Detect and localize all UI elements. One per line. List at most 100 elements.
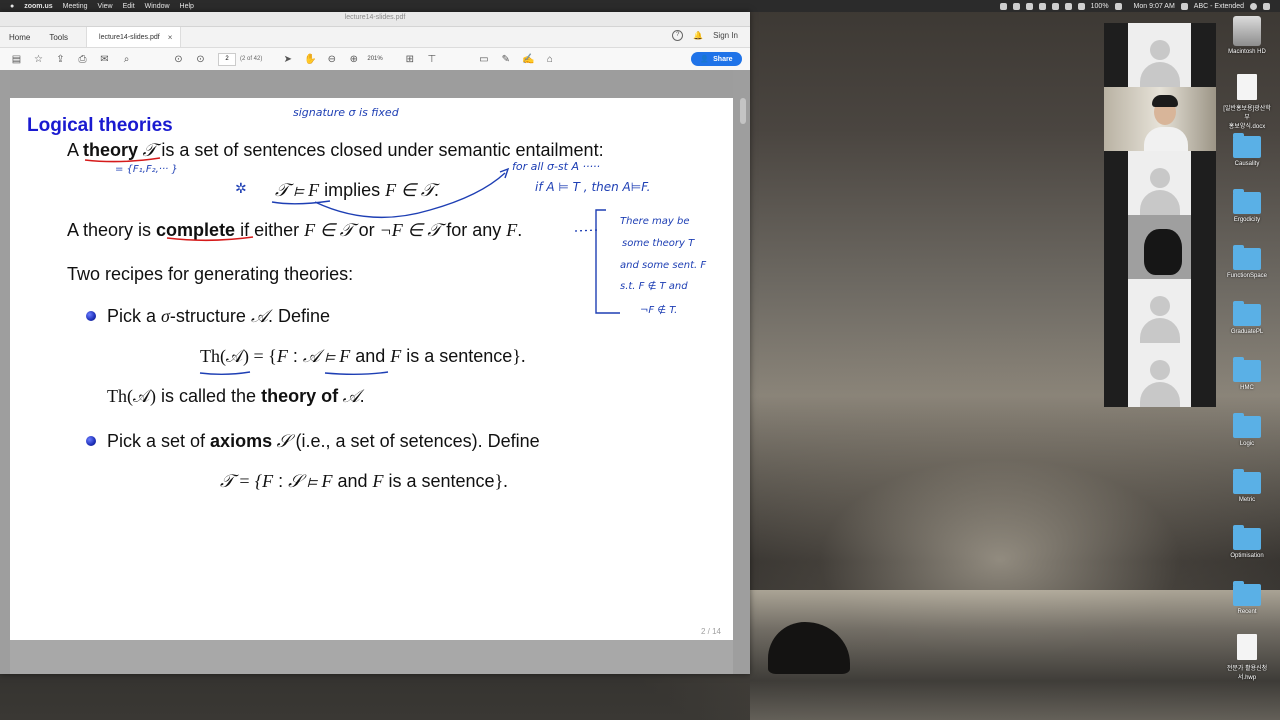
window-titlebar: lecture14-slides.pdf (0, 12, 750, 27)
page-down-icon[interactable]: ⊙ (195, 54, 206, 65)
tab-tools[interactable]: Tools (49, 33, 68, 42)
desktop-icon-macintosh-hd[interactable]: Macintosh HD (1222, 16, 1272, 55)
participant-tile[interactable] (1104, 343, 1216, 407)
stamp-icon[interactable]: ⌂ (544, 54, 555, 65)
pdf-page[interactable]: Logical theories A theory 𝒯 is a set of … (10, 98, 733, 640)
participant-tile[interactable] (1104, 279, 1216, 343)
page-gap-bottom (10, 640, 733, 674)
scroll-mode-icon[interactable]: ⊤ (426, 54, 437, 65)
desktop-icon-docx[interactable]: [일반홍보용]광산학부 홍보양식.docx (1222, 74, 1272, 130)
menu-clock[interactable]: Mon 9:07 AM (1134, 3, 1175, 10)
participant-tile-speaker[interactable] (1104, 87, 1216, 151)
page-count: (2 of 42) (240, 56, 263, 62)
speaker-video (1104, 87, 1216, 151)
desktop-icon-causality[interactable]: Causality (1222, 133, 1272, 167)
menu-meeting[interactable]: Meeting (63, 3, 88, 10)
desktop-icon-ergodicity[interactable]: Ergodicity (1222, 189, 1272, 223)
desktop-icon-recent[interactable]: Recent (1222, 581, 1272, 615)
wifi-icon[interactable] (1077, 2, 1085, 10)
desktop-icon-label: FunctionSpace (1226, 273, 1268, 279)
upload-icon[interactable]: ⇪ (55, 54, 66, 65)
desktop-icon-metric[interactable]: Metric (1222, 469, 1272, 503)
avatar-body-icon (1140, 62, 1180, 87)
desktop-icon-label: Causality (1234, 161, 1260, 167)
display-icon[interactable] (1038, 2, 1046, 10)
input-source[interactable]: ABC - Extended (1194, 3, 1244, 10)
annotation-strokes (84, 157, 620, 375)
participant-video (1128, 23, 1191, 87)
tab-home[interactable]: Home (9, 33, 30, 42)
star-icon[interactable]: ☆ (33, 54, 44, 65)
folder-icon (1233, 469, 1261, 494)
participant-video (1128, 343, 1191, 407)
clock-icon[interactable] (1025, 2, 1033, 10)
fit-page-icon[interactable]: ⊞ (404, 54, 415, 65)
input-flag-icon[interactable] (1180, 2, 1188, 10)
document-icon (1237, 634, 1257, 660)
avatar-body-icon (1140, 318, 1180, 343)
bell-icon[interactable]: 🔔 (693, 31, 703, 40)
participant-video (1128, 215, 1191, 279)
tab-document-label: lecture14-slides.pdf (99, 33, 160, 41)
share-button[interactable]: 👤 Share (691, 52, 742, 66)
folder-icon (1233, 301, 1261, 326)
siri-icon[interactable] (1250, 2, 1257, 10)
menu-view[interactable]: View (98, 3, 113, 10)
help-icon[interactable]: ? (672, 30, 684, 41)
document-viewer[interactable]: Logical theories A theory 𝒯 is a set of … (0, 70, 750, 674)
zoom-level[interactable]: 201% (367, 56, 393, 62)
zoom-out-icon[interactable]: ⊖ (326, 54, 337, 65)
comment-icon[interactable]: ▭ (478, 54, 489, 65)
search-icon[interactable]: ⌕ (121, 54, 132, 65)
desktop-icon-optimisation[interactable]: Optimisation (1222, 525, 1272, 559)
sign-icon[interactable]: ✍ (522, 54, 534, 65)
menu-edit[interactable]: Edit (123, 3, 135, 10)
battery-icon[interactable] (1114, 2, 1122, 10)
page-gap-top (10, 70, 733, 98)
participant-video (1128, 151, 1191, 215)
save-icon[interactable]: ▤ (11, 54, 22, 65)
page-number-input[interactable]: 2 (218, 52, 236, 66)
menu-app-name[interactable]: zoom.us (24, 3, 52, 10)
page-up-icon[interactable]: ⊙ (173, 54, 184, 65)
email-icon[interactable]: ✉ (99, 54, 110, 65)
folder-icon (1233, 245, 1261, 270)
desktop-icon-hwp[interactable]: 전문가 활용신청 서.hwp (1222, 634, 1272, 681)
share-user-icon: 👤 (700, 56, 710, 63)
folder-icon (1233, 133, 1261, 158)
battery-percent[interactable]: 100% (1091, 3, 1109, 10)
control-center-icon[interactable] (1263, 2, 1270, 10)
apple-icon[interactable]: ● (10, 3, 14, 10)
toolbar: ▤ ☆ ⇪ ⎙ ✉ ⌕ ⊙ ⊙ 2 (2 of 42) ➤ ✋ ⊖ ⊕ 201%… (0, 48, 750, 71)
tab-document[interactable]: lecture14-slides.pdf × (86, 27, 182, 47)
print-icon[interactable]: ⎙ (77, 54, 88, 65)
desktop-icon-functionspace[interactable]: FunctionSpace (1222, 245, 1272, 279)
menu-bar: ● zoom.us Meeting View Edit Window Help … (0, 0, 1280, 12)
dropbox-icon[interactable] (999, 2, 1007, 10)
menu-window[interactable]: Window (145, 3, 170, 10)
vertical-scrollbar[interactable] (740, 98, 746, 124)
desktop-icon-hmc[interactable]: HMC (1222, 357, 1272, 391)
menu-help[interactable]: Help (180, 3, 194, 10)
bluetooth-icon[interactable] (1051, 2, 1059, 10)
desktop-icon-logic[interactable]: Logic (1222, 413, 1272, 447)
desktop-icon-label: Macintosh HD (1228, 49, 1266, 55)
desktop-icon-label: Optimisation (1230, 553, 1264, 559)
folder-icon (1233, 413, 1261, 438)
sync-icon[interactable] (1012, 2, 1020, 10)
hand-icon[interactable]: ✋ (304, 54, 316, 65)
participant-tile[interactable] (1104, 215, 1216, 279)
avatar-body-icon (1140, 382, 1180, 407)
desktop-icon-graduatepl[interactable]: GraduatePL (1222, 301, 1272, 335)
participant-tile[interactable] (1104, 23, 1216, 87)
desktop-icon-label: HMC (1240, 385, 1254, 391)
speaker-hair (1152, 95, 1178, 107)
close-icon[interactable]: × (168, 33, 173, 42)
cursor-icon[interactable]: ➤ (282, 54, 293, 65)
zoom-in-icon[interactable]: ⊕ (348, 54, 359, 65)
participant-tile[interactable] (1104, 151, 1216, 215)
desktop-icon-label: Logic (1239, 441, 1255, 447)
pen-icon[interactable]: ✎ (500, 54, 511, 65)
sign-in-link[interactable]: Sign In (713, 31, 738, 40)
volume-icon[interactable] (1064, 2, 1072, 10)
